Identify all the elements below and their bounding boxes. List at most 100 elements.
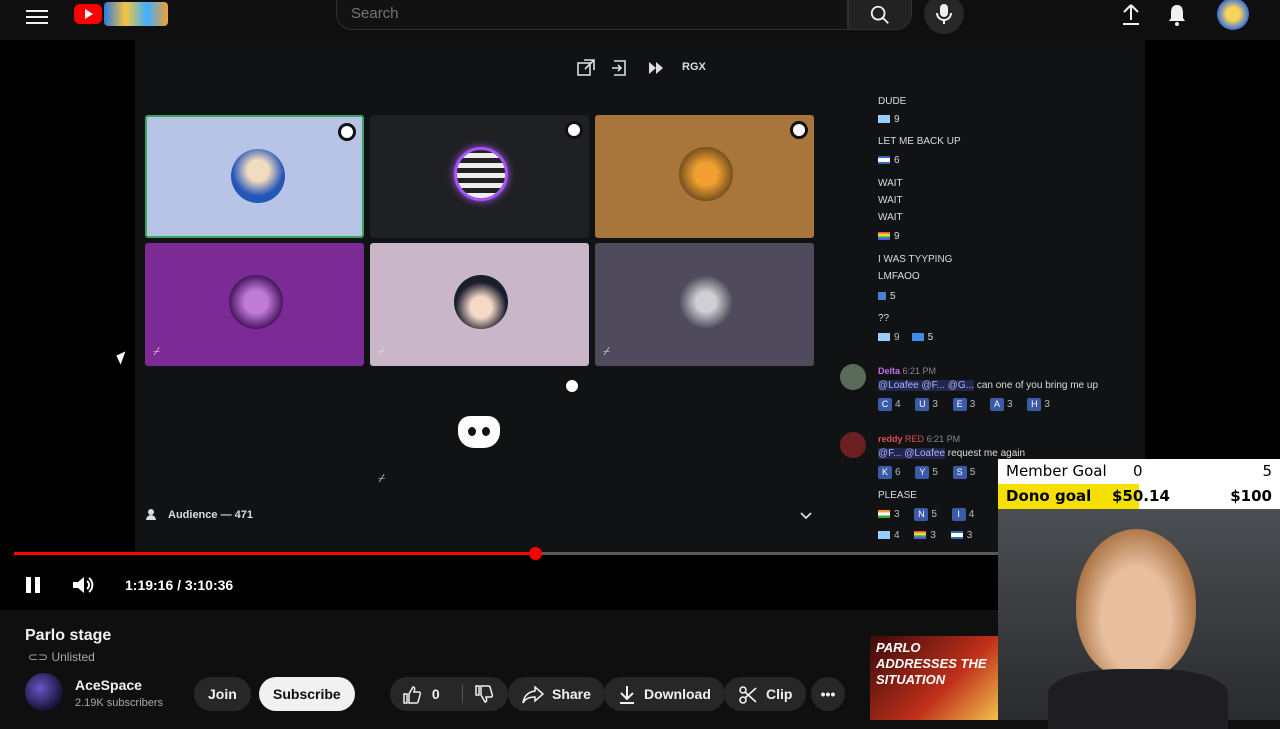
divider <box>462 685 463 703</box>
scissors-icon <box>739 686 757 705</box>
role-badge: RED <box>905 434 925 444</box>
flag-icon <box>950 531 963 540</box>
popout-icon <box>577 59 595 76</box>
speaker-tile <box>145 115 364 238</box>
search-button[interactable] <box>848 0 912 30</box>
channel-avatar[interactable] <box>25 673 63 711</box>
mouse-cursor-icon <box>116 351 130 365</box>
related-video-thumbnail[interactable]: PARLO ADDRESSES THE SITUATION <box>870 636 998 720</box>
dono-goal-label: Dono goal <box>1006 487 1092 505</box>
subscribe-button[interactable]: Subscribe <box>259 677 355 711</box>
notifications-bell-icon[interactable] <box>1165 3 1189 27</box>
dono-goal-row: Dono goal $50.14 $100 <box>998 484 1280 509</box>
flag-icon <box>878 156 890 165</box>
chat-header: reddy RED 6:21 PM <box>878 434 960 444</box>
microphone-icon <box>936 4 952 24</box>
voice-search-button[interactable] <box>924 0 964 34</box>
search-input[interactable] <box>337 0 847 28</box>
chat-username: reddy <box>878 434 903 444</box>
like-button[interactable]: 0 <box>402 677 440 711</box>
channel-name[interactable]: AceSpace <box>75 677 142 693</box>
muted-mic-icon: ⌿ <box>603 344 611 358</box>
speaker-avatar <box>454 275 508 329</box>
skip-icon <box>649 62 663 74</box>
scrubber-handle[interactable] <box>528 547 542 560</box>
chat-message: WAIT <box>878 212 903 223</box>
link-icon: ⊂⊃ <box>28 650 49 664</box>
join-button[interactable]: Join <box>194 677 251 711</box>
rainbow-flag-icon <box>914 531 927 540</box>
chat-message: ?? <box>878 313 890 324</box>
shield-icon <box>563 377 581 395</box>
dono-goal-current: $50.14 <box>1112 487 1170 505</box>
chat-reaction: 6 <box>878 155 900 166</box>
chat-reactions: K6 Y5 S5 <box>878 466 987 479</box>
youtube-logo[interactable] <box>74 4 102 24</box>
subscriber-count: 2.19K subscribers <box>75 697 164 709</box>
leave-stage-icon <box>612 60 626 76</box>
chat-message: @F... @Loafee request me again <box>878 448 1026 459</box>
download-icon <box>620 686 634 705</box>
chat-message: LMFAOO <box>878 271 920 282</box>
speaker-avatar <box>454 147 508 201</box>
upload-icon[interactable] <box>1119 3 1143 27</box>
chevron-down-icon <box>800 512 812 520</box>
thumbs-up-icon <box>403 686 422 705</box>
chat-message: LET ME BACK UP <box>878 136 961 147</box>
visibility-badge: ⊂⊃ Unlisted <box>28 650 95 664</box>
chat-timestamp: 6:21 PM <box>926 434 961 444</box>
streamer-webcam <box>998 509 1280 729</box>
more-actions-button[interactable]: ••• <box>811 677 845 711</box>
like-dislike-group: 0 <box>390 677 508 711</box>
progress-played <box>14 552 535 555</box>
audience-tile: ⌿ <box>145 243 364 366</box>
chat-message: @Loafee @F... @G... can one of you bring… <box>878 380 1099 391</box>
emoji-icon <box>878 292 886 301</box>
chat-reactions: 4 3 3 <box>878 530 984 541</box>
top-bar <box>0 0 1280 40</box>
flag-icon <box>878 115 890 124</box>
chat-reaction: 95 <box>878 332 933 343</box>
chat-reaction: 9 <box>878 114 900 125</box>
member-goal-row: Member Goal 0 5 <box>998 459 1280 484</box>
flag-icon <box>878 531 890 540</box>
member-goal-current: 0 <box>1133 462 1143 480</box>
search-box <box>336 0 848 30</box>
chat-message: PLEASE <box>878 490 917 501</box>
muted-mic-icon: ⌿ <box>153 344 161 358</box>
share-button[interactable]: Share <box>508 677 605 711</box>
video-title: Parlo stage <box>25 627 112 644</box>
shield-icon <box>565 121 583 139</box>
account-avatar[interactable] <box>1217 0 1249 30</box>
thumbs-down-icon[interactable] <box>474 684 494 704</box>
emoji-icon <box>911 333 924 342</box>
chat-reaction: 9 <box>878 231 900 242</box>
volume-icon[interactable] <box>71 574 95 596</box>
pause-icon[interactable] <box>24 575 42 595</box>
chat-username: Delta <box>878 366 901 376</box>
video-player[interactable]: RGX ⌿ ⌿ ⌿ ⌿ Audience — 471 DUDE 9 LET ME… <box>0 40 1280 729</box>
speaker-tile <box>370 115 589 238</box>
chat-avatar <box>840 432 866 458</box>
discord-logo-icon <box>458 416 500 448</box>
speaker-avatar <box>679 275 733 329</box>
speaker-avatar <box>231 149 285 203</box>
chat-avatar <box>840 364 866 390</box>
clip-button[interactable]: Clip <box>724 677 807 711</box>
chat-reactions: 3 N5 I4 <box>878 508 986 521</box>
menu-icon[interactable] <box>26 6 48 24</box>
audience-tile: ⌿ <box>595 243 814 366</box>
chat-message: WAIT <box>878 178 903 189</box>
audience-tile: ⌿ <box>370 243 589 366</box>
time-display: 1:19:16 / 3:10:36 <box>125 577 234 593</box>
youtube-doodle-logo[interactable] <box>104 2 168 26</box>
download-button[interactable]: Download <box>604 677 725 711</box>
flag-icon <box>878 333 890 342</box>
thumbnail-text: PARLO ADDRESSES THE SITUATION <box>876 640 987 687</box>
speaker-avatar <box>679 147 733 201</box>
chat-message: I WAS TYYPING <box>878 254 953 265</box>
flag-icon <box>878 510 890 519</box>
muted-mic-icon: ⌿ <box>378 344 386 358</box>
streamer-face <box>1076 529 1196 679</box>
share-icon <box>522 685 545 704</box>
